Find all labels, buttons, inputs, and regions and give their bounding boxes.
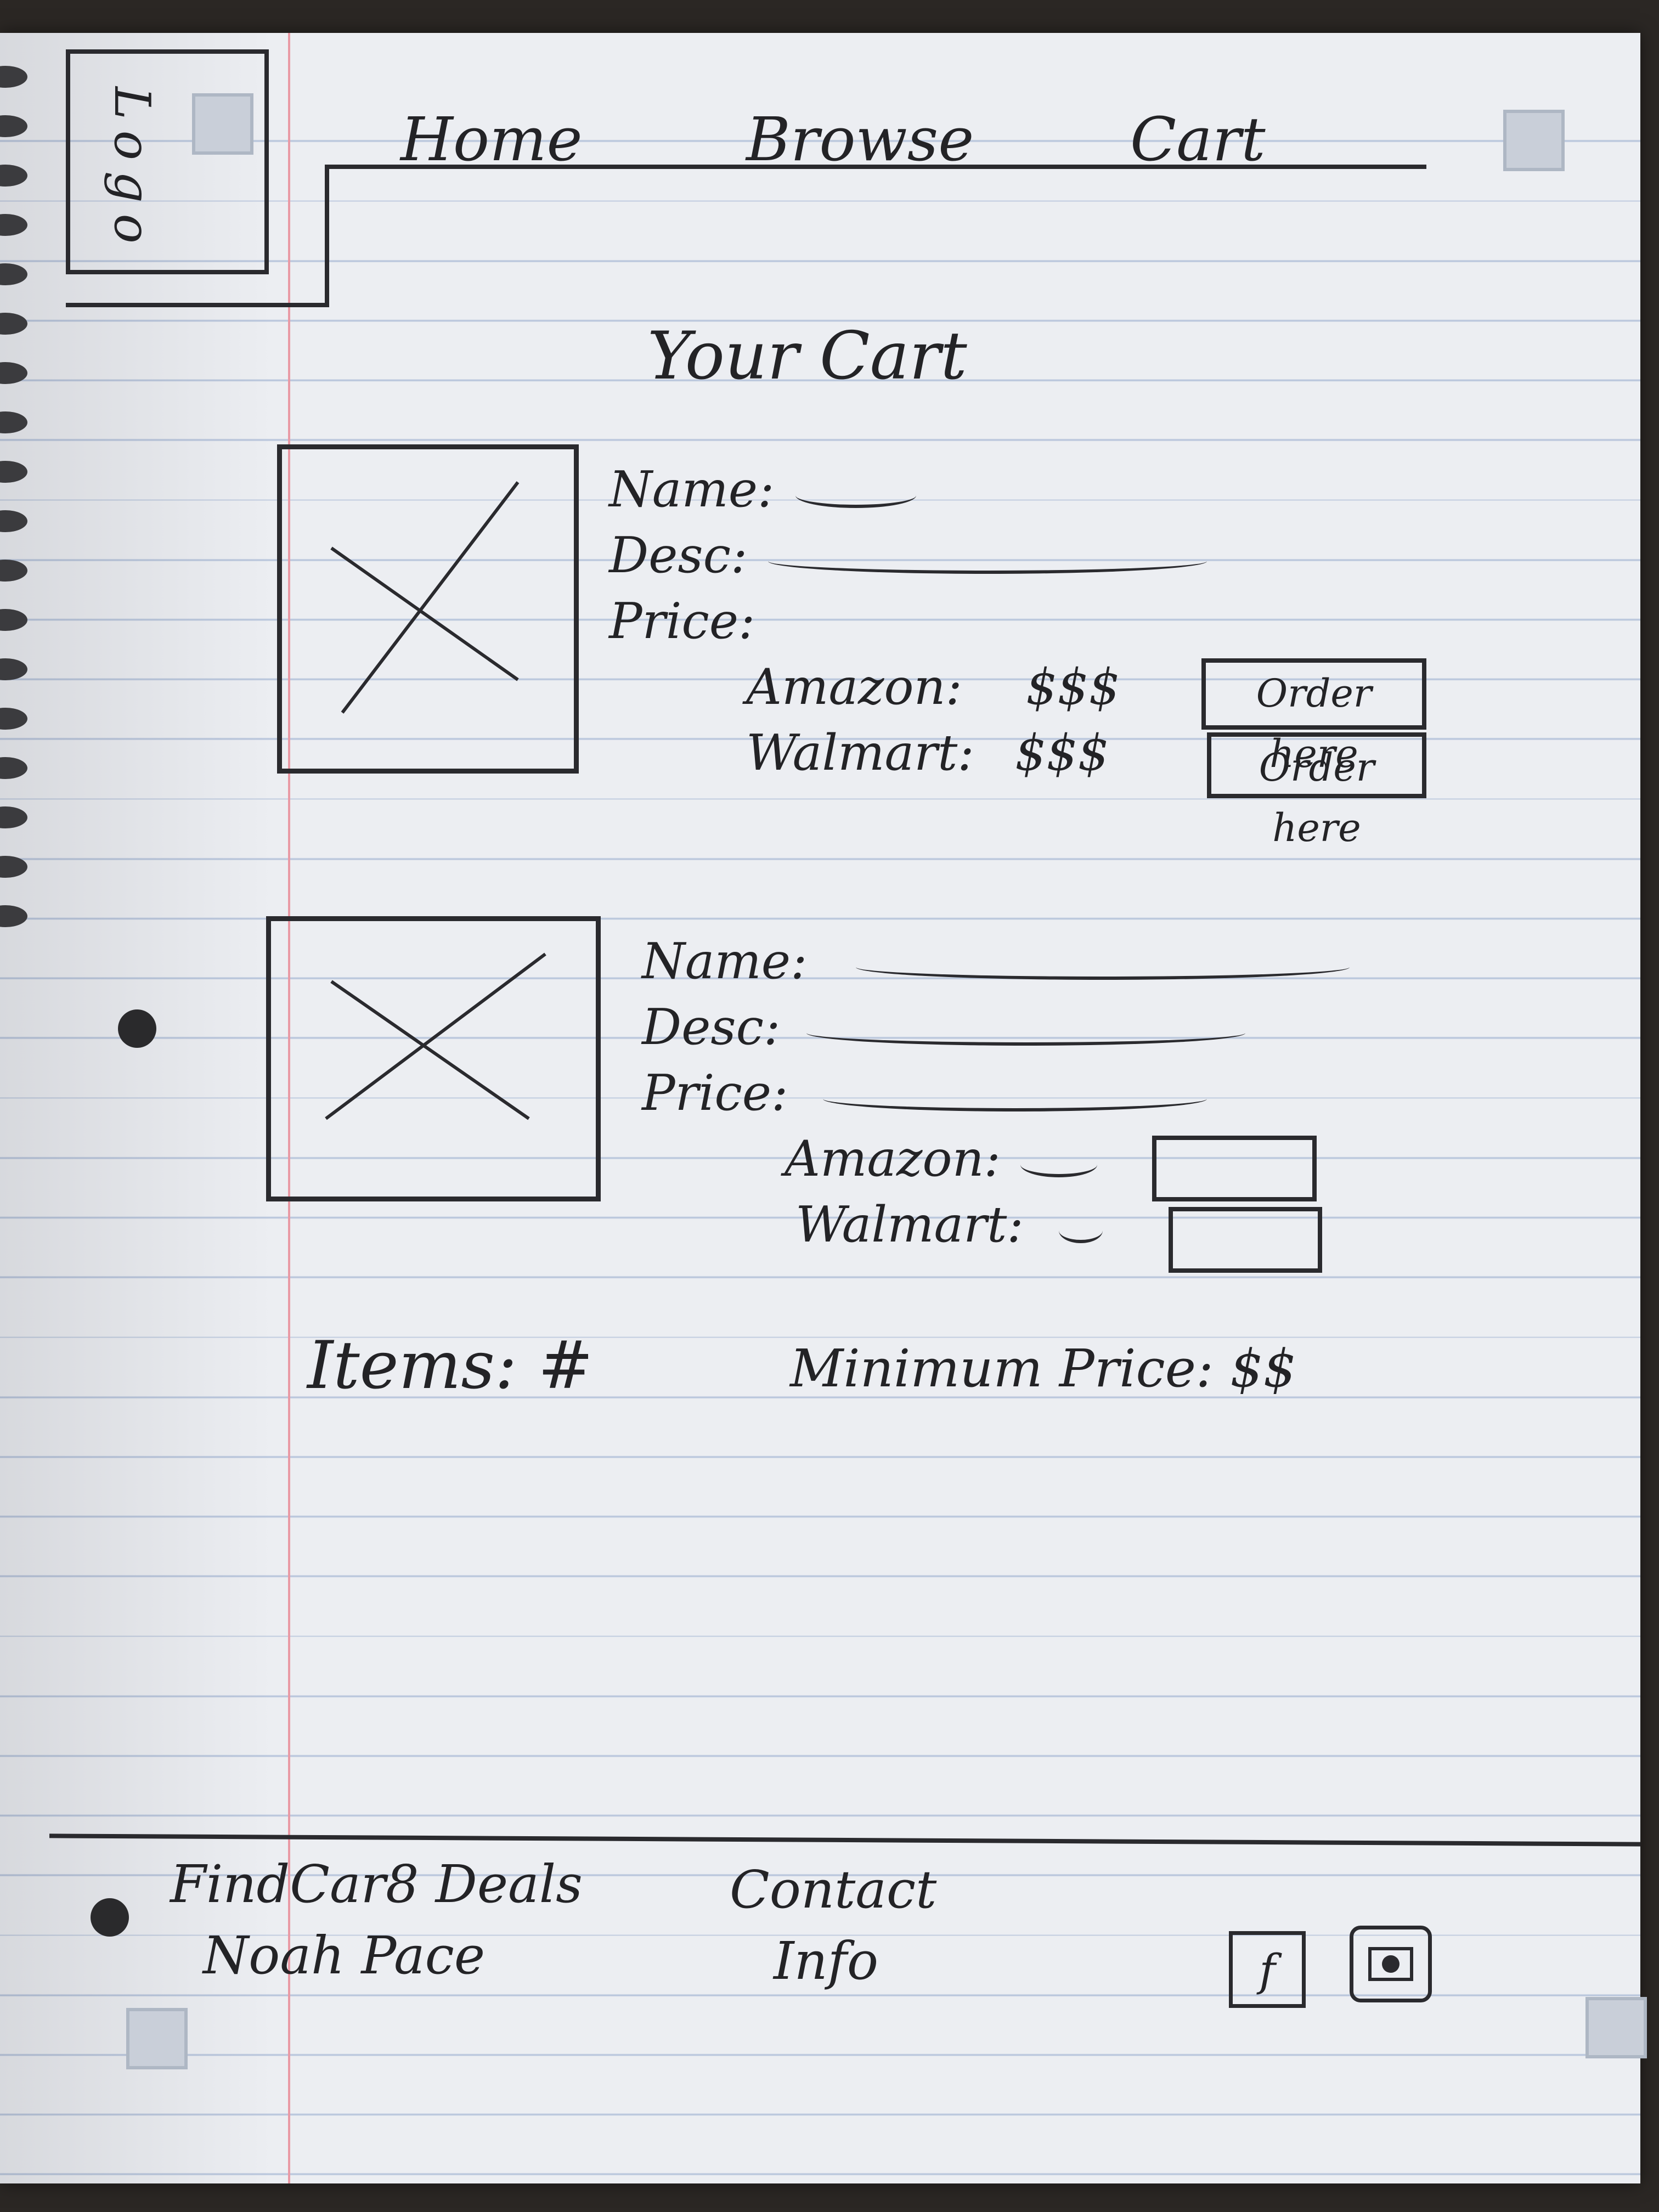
amazon-label: Amazon:: [785, 1130, 1001, 1188]
item-name-label: Name:: [642, 933, 808, 990]
spiral-ring: [0, 806, 27, 828]
item-desc-value: [806, 1020, 1245, 1046]
item-desc-value: [768, 549, 1207, 574]
amazon-price-value: [1020, 1152, 1097, 1177]
binder-hole: [118, 1009, 156, 1048]
spiral-ring: [0, 411, 27, 433]
walmart-price: $$$: [1015, 724, 1109, 782]
item-desc-label: Desc:: [642, 998, 781, 1056]
spiral-ring: [0, 115, 27, 137]
item-price-value: [823, 1086, 1207, 1111]
facebook-icon[interactable]: f: [1229, 1931, 1306, 2008]
footer-brand: FindCar8 Deals: [170, 1854, 583, 1915]
image-placeholder-icon: [330, 481, 520, 714]
amazon-label: Amazon:: [746, 658, 962, 716]
header-divider-drop: [325, 165, 329, 307]
walmart-order-button[interactable]: Order here: [1207, 732, 1426, 850]
header-divider-base: [66, 303, 329, 307]
product-image-placeholder: [277, 444, 579, 774]
item-price-label: Price:: [609, 592, 755, 650]
spiral-ring: [0, 856, 27, 878]
spiral-ring: [0, 313, 27, 335]
walmart-order-button[interactable]: [1169, 1207, 1322, 1273]
page-title: Your Cart: [647, 318, 967, 394]
amazon-order-button[interactable]: Order here: [1201, 658, 1426, 776]
logo-text: Logo: [103, 87, 161, 255]
logo[interactable]: Logo: [66, 49, 269, 274]
minimum-price: Minimum Price: $$: [790, 1339, 1297, 1399]
product-image-placeholder: [266, 916, 601, 1201]
footer-author: Noah Pace: [203, 1926, 486, 1986]
item-name-value: [856, 955, 1350, 980]
spiral-ring: [0, 757, 27, 779]
amazon-price: $$$: [1026, 658, 1120, 716]
spiral-ring: [0, 165, 27, 187]
marker-square: [1585, 1997, 1647, 2058]
notebook-page: Logo Home Browse Cart Your Cart Name: De…: [0, 33, 1647, 2183]
camera-icon: [1368, 1947, 1413, 1981]
binder-hole: [91, 1898, 129, 1937]
spiral-ring: [0, 66, 27, 88]
spiral-ring: [0, 362, 27, 384]
contact-info-link[interactable]: Contact Info: [730, 1854, 936, 1997]
item-price-label: Price:: [642, 1064, 788, 1122]
spiral-ring: [0, 905, 27, 927]
contact-info-line-2: Info: [774, 1931, 879, 1991]
nav-home[interactable]: Home: [400, 104, 583, 174]
item-name-value: [795, 483, 916, 508]
spiral-ring: [0, 263, 27, 285]
walmart-label: Walmart:: [746, 724, 974, 782]
marker-square: [126, 2008, 188, 2069]
nav-browse[interactable]: Browse: [746, 104, 974, 174]
items-count: Items: #: [307, 1328, 594, 1404]
spiral-ring: [0, 560, 27, 582]
marker-square: [1503, 110, 1565, 171]
walmart-price-value: [1059, 1218, 1103, 1243]
spiral-ring: [0, 609, 27, 631]
spiral-ring: [0, 708, 27, 730]
image-placeholder-icon: [325, 952, 546, 1120]
instagram-icon[interactable]: [1350, 1926, 1432, 2002]
item-name-label: Name:: [609, 461, 775, 518]
walmart-label: Walmart:: [795, 1196, 1024, 1254]
amazon-order-button[interactable]: [1152, 1136, 1317, 1201]
contact-info-line-1: Contact: [730, 1860, 937, 1920]
spiral-ring: [0, 461, 27, 483]
spiral-ring: [0, 214, 27, 236]
spiral-ring: [0, 510, 27, 532]
nav-cart[interactable]: Cart: [1130, 104, 1266, 174]
spiral-ring: [0, 658, 27, 680]
item-desc-label: Desc:: [609, 527, 748, 584]
